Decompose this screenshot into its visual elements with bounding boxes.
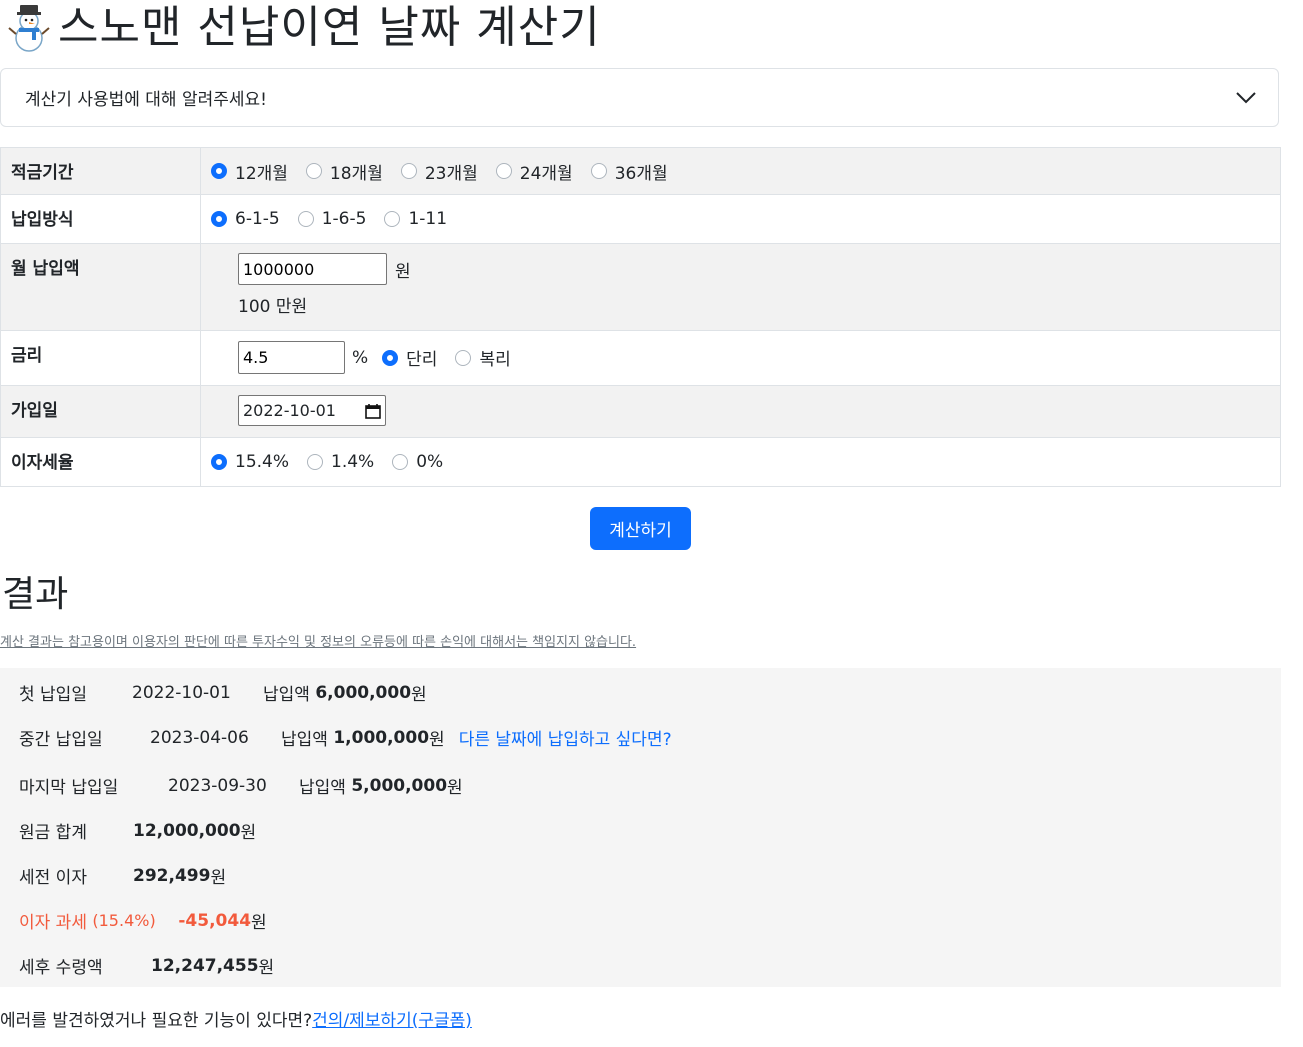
radio-checked-icon [211, 454, 227, 470]
tax-option-154[interactable]: 15.4% [211, 452, 289, 472]
monthly-unit: 원 [395, 257, 411, 282]
first-payment-row: 첫 납입일 2022-10-01 납입액 6,000,000원 [19, 680, 427, 705]
accordion-label: 계산기 사용법에 대해 알려주세요! [25, 85, 267, 110]
calculate-button[interactable]: 계산하기 [590, 507, 691, 550]
last-payment-row: 마지막 납입일 2023-09-30 납입액 5,000,000원 [19, 773, 463, 798]
join-date-label: 가입일 [1, 386, 201, 438]
radio-unchecked-icon [307, 454, 323, 470]
period-option-24[interactable]: 24개월 [496, 159, 573, 184]
period-label: 적금기간 [1, 148, 201, 195]
result-heading: 결과 [2, 565, 68, 617]
radio-unchecked-icon [401, 163, 417, 179]
page-title: 스노맨 선납이연 날짜 계산기 [58, 2, 601, 54]
chevron-down-icon [1236, 92, 1256, 104]
rate-unit: % [352, 348, 368, 368]
row-tax: 이자세율 15.4% 1.4% 0% [1, 438, 1281, 487]
monthly-amount-input[interactable] [238, 253, 387, 285]
radio-unchecked-icon [306, 163, 322, 179]
tax-radio-group: 15.4% 1.4% 0% [211, 438, 1280, 486]
radio-unchecked-icon [455, 350, 471, 366]
pretax-interest-row: 세전 이자 292,499원 [19, 863, 226, 888]
tax-label: 이자세율 [1, 438, 201, 487]
row-monthly: 월 납입액 원 100 만원 [1, 244, 1281, 331]
footer: 에러를 발견하였거나 필요한 기능이 있다면?건의/제보하기(구글폼) [0, 1006, 472, 1031]
usage-accordion[interactable]: 계산기 사용법에 대해 알려주세요! [0, 68, 1279, 127]
rate-option-compound[interactable]: 복리 [455, 345, 510, 370]
row-join-date: 가입일 2022-10-01 [1, 386, 1281, 438]
method-option-165[interactable]: 1-6-5 [298, 209, 367, 229]
interest-tax-row: 이자 과세 (15.4%) -45,044원 [19, 908, 267, 933]
middle-payment-row: 중간 납입일 2023-04-06 납입액 1,000,000원 다른 날짜에 … [19, 725, 672, 750]
radio-unchecked-icon [298, 211, 314, 227]
method-option-111[interactable]: 1-11 [384, 209, 447, 229]
radio-checked-icon [211, 211, 227, 227]
period-option-23[interactable]: 23개월 [401, 159, 478, 184]
feedback-link[interactable]: 건의/제보하기(구글폼) [312, 1011, 472, 1031]
result-disclaimer: 계산 결과는 참고용이며 이용자의 판단에 따른 투자수익 및 정보의 오류등에… [0, 631, 636, 650]
row-rate: 금리 % 단리 복리 [1, 331, 1281, 386]
change-date-link[interactable]: 다른 날짜에 납입하고 싶다면? [459, 725, 672, 750]
calendar-icon [365, 403, 381, 419]
rate-label: 금리 [1, 331, 201, 386]
footer-text: 에러를 발견하였거나 필요한 기능이 있다면? [0, 1011, 312, 1031]
method-label: 납입방식 [1, 195, 201, 244]
rate-option-simple[interactable]: 단리 [382, 345, 437, 370]
period-option-12[interactable]: 12개월 [211, 159, 288, 184]
radio-unchecked-icon [384, 211, 400, 227]
period-radio-group: 12개월 18개월 23개월 24개월 36개월 [211, 148, 1280, 194]
method-radio-group: 6-1-5 1-6-5 1-11 [211, 195, 1280, 243]
radio-checked-icon [382, 350, 398, 366]
net-amount-row: 세후 수령액 12,247,455원 [19, 953, 274, 978]
period-option-36[interactable]: 36개월 [591, 159, 668, 184]
radio-checked-icon [211, 163, 227, 179]
principal-row: 원금 합계 12,000,000원 [19, 818, 256, 843]
tax-option-0[interactable]: 0% [392, 452, 443, 472]
snowman-icon [8, 2, 50, 54]
radio-unchecked-icon [591, 163, 607, 179]
row-method: 납입방식 6-1-5 1-6-5 1-11 [1, 195, 1281, 244]
result-panel: 첫 납입일 2022-10-01 납입액 6,000,000원 중간 납입일 2… [0, 668, 1281, 987]
tax-option-14[interactable]: 1.4% [307, 452, 374, 472]
monthly-label: 월 납입액 [1, 244, 201, 331]
method-option-615[interactable]: 6-1-5 [211, 209, 280, 229]
radio-unchecked-icon [392, 454, 408, 470]
monthly-helper: 100 만원 [238, 292, 1280, 317]
join-date-input[interactable]: 2022-10-01 [238, 395, 386, 426]
row-period: 적금기간 12개월 18개월 23개월 24개월 36개월 [1, 148, 1281, 195]
page-header: 스노맨 선납이연 날짜 계산기 [8, 0, 601, 56]
period-option-18[interactable]: 18개월 [306, 159, 383, 184]
radio-unchecked-icon [496, 163, 512, 179]
calculator-form: 적금기간 12개월 18개월 23개월 24개월 36개월 납입방식 6-1-5… [0, 147, 1281, 487]
rate-input[interactable] [238, 341, 345, 374]
